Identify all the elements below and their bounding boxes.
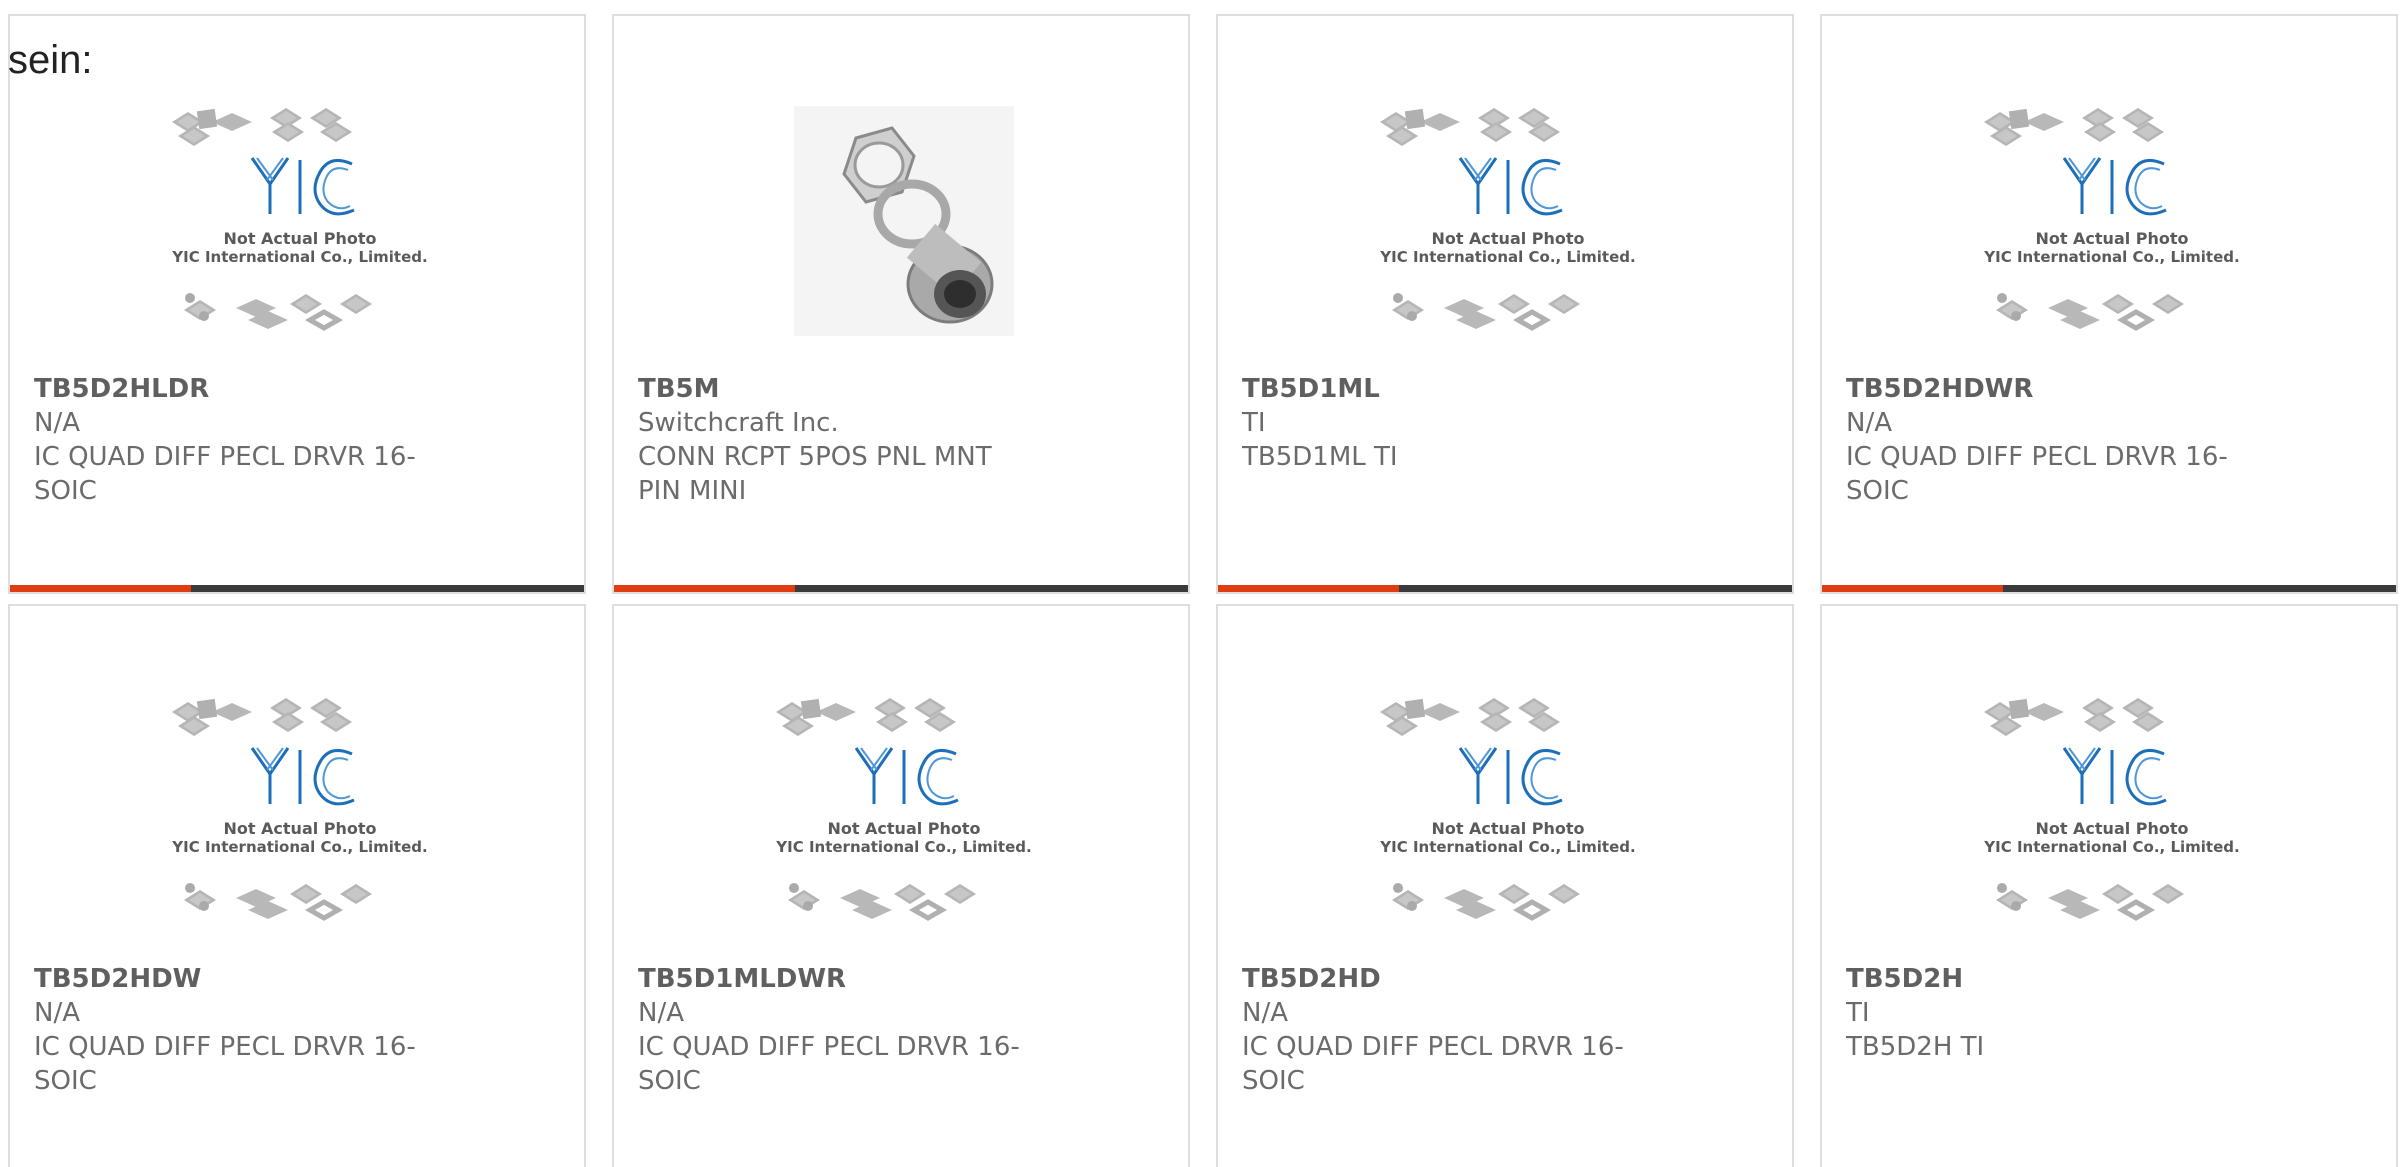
card-bottom-bar <box>1218 585 1792 592</box>
yic-logo-icon <box>1458 157 1563 216</box>
placeholder-caption: Not Actual Photo <box>1431 819 1584 838</box>
part-number-link[interactable]: TB5D1ML <box>1242 372 1642 406</box>
card-accent-bar <box>10 585 191 592</box>
product-card[interactable]: Not Actual Photo YIC International Co., L… <box>1820 604 2398 1167</box>
connector-photo <box>794 106 1014 336</box>
product-card[interactable]: Not Actual Photo YIC International Co., L… <box>1216 14 1794 594</box>
description: CONN RCPT 5POS PNL MNT PIN MINI <box>638 442 992 506</box>
product-info: TB5D2H TI TB5D2H TI <box>1846 962 2246 1064</box>
description: IC QUAD DIFF PECL DRVR 16-SOIC <box>638 1032 1020 1096</box>
product-card[interactable]: Not Actual Photo YIC International Co., L… <box>1820 14 2398 594</box>
placeholder-caption: Not Actual Photo <box>2035 819 2188 838</box>
intro-text: sein: <box>8 38 93 82</box>
product-card[interactable]: Not Actual Photo YIC International Co., L… <box>1216 604 1794 1167</box>
placeholder-caption: Not Actual Photo <box>2035 229 2188 248</box>
card-bottom-bar <box>1822 585 2396 592</box>
manufacturer: TI <box>1846 998 1870 1028</box>
placeholder-company: YIC International Co., Limited. <box>775 838 1031 856</box>
part-number-link[interactable]: TB5M <box>638 372 1038 406</box>
part-number-link[interactable]: TB5D2HD <box>1242 962 1642 996</box>
product-info: TB5D2HDWR N/A IC QUAD DIFF PECL DRVR 16-SO… <box>1846 372 2246 508</box>
placeholder-image: Not Actual PhotoYIC International Co., L… <box>171 698 428 921</box>
product-image[interactable]: Not Actual PhotoYIC International Co., L… <box>1972 688 2252 950</box>
product-image[interactable]: Not Actual PhotoYIC International Co., L… <box>1368 98 1648 360</box>
description: IC QUAD DIFF PECL DRVR 16-SOIC <box>1846 442 2228 506</box>
placeholder-company: YIC International Co., Limited. <box>171 248 427 266</box>
placeholder-caption: Not Actual Photo <box>223 229 376 248</box>
placeholder-company: YIC International Co., Limited. <box>1379 248 1635 266</box>
product-info: TB5D2HDW N/A IC QUAD DIFF PECL DRVR 16-SOI… <box>34 962 434 1098</box>
card-accent-bar <box>1822 585 2003 592</box>
product-image[interactable]: Not Actual PhotoYIC International Co., L… <box>160 98 440 360</box>
product-info: TB5D1ML TI TB5D1ML TI <box>1242 372 1642 474</box>
description: IC QUAD DIFF PECL DRVR 16-SOIC <box>1242 1032 1624 1096</box>
placeholder-image: Not Actual PhotoYIC International Co., L… <box>1379 108 1636 331</box>
product-card[interactable]: Not Actual Photo YIC International Co., L… <box>8 604 586 1167</box>
placeholder-image: Not Actual PhotoYIC International Co., L… <box>1983 698 2240 921</box>
yic-logo-icon <box>1458 747 1563 806</box>
placeholder-company: YIC International Co., Limited. <box>171 838 427 856</box>
placeholder-image: Not Actual PhotoYIC International Co., L… <box>171 108 428 331</box>
card-bottom-bar <box>614 585 1188 592</box>
description: IC QUAD DIFF PECL DRVR 16-SOIC <box>34 442 416 506</box>
part-number-link[interactable]: TB5D1MLDWR <box>638 962 1038 996</box>
part-number-link[interactable]: TB5D2HDWR <box>1846 372 2246 406</box>
card-accent-bar <box>614 585 795 592</box>
product-image[interactable]: Not Actual PhotoYIC International Co., L… <box>160 688 440 950</box>
manufacturer: N/A <box>34 998 80 1028</box>
placeholder-caption: Not Actual Photo <box>1431 229 1584 248</box>
product-card[interactable]: TB5M Switchcraft Inc. CONN RCPT 5POS PNL M… <box>612 14 1190 594</box>
manufacturer: Switchcraft Inc. <box>638 408 839 438</box>
placeholder-company: YIC International Co., Limited. <box>1983 248 2239 266</box>
yic-logo-icon <box>2062 747 2167 806</box>
yic-logo-icon <box>854 747 959 806</box>
yic-logo-icon <box>2062 157 2167 216</box>
part-number-link[interactable]: TB5D2HDW <box>34 962 434 996</box>
product-image[interactable]: Not Actual PhotoYIC International Co., L… <box>1972 98 2252 360</box>
yic-logo-icon <box>250 747 355 806</box>
placeholder-caption: Not Actual Photo <box>223 819 376 838</box>
card-bottom-bar <box>10 585 584 592</box>
placeholder-caption: Not Actual Photo <box>827 819 980 838</box>
description: TB5D2H TI <box>1846 1032 1985 1062</box>
product-card[interactable]: Not Actual Photo YIC International Co., L… <box>612 604 1190 1167</box>
product-card[interactable]: Not Actual Photo YIC International Co., L… <box>8 14 586 594</box>
product-image[interactable]: Not Actual PhotoYIC International Co., L… <box>1368 688 1648 950</box>
product-info: TB5D2HLDR N/A IC QUAD DIFF PECL DRVR 16-SO… <box>34 372 434 508</box>
placeholder-image: Not Actual PhotoYIC International Co., L… <box>775 698 1032 921</box>
manufacturer: N/A <box>34 408 80 438</box>
product-image[interactable]: Not Actual PhotoYIC International Co., L… <box>764 688 1044 950</box>
placeholder-company: YIC International Co., Limited. <box>1983 838 2239 856</box>
placeholder-company: YIC International Co., Limited. <box>1379 838 1635 856</box>
description: TB5D1ML TI <box>1242 442 1398 472</box>
product-info: TB5M Switchcraft Inc. CONN RCPT 5POS PNL M… <box>638 372 1038 508</box>
product-grid: sein: Not Actual Photo YIC International … <box>0 0 2400 1167</box>
product-info: TB5D2HD N/A IC QUAD DIFF PECL DRVR 16-SOIC <box>1242 962 1642 1098</box>
product-info: TB5D1MLDWR N/A IC QUAD DIFF PECL DRVR 16-S… <box>638 962 1038 1098</box>
description: IC QUAD DIFF PECL DRVR 16-SOIC <box>34 1032 416 1096</box>
manufacturer: N/A <box>1242 998 1288 1028</box>
manufacturer: TI <box>1242 408 1266 438</box>
product-image[interactable] <box>764 98 1044 360</box>
card-accent-bar <box>1218 585 1399 592</box>
manufacturer: N/A <box>638 998 684 1028</box>
yic-logo-icon <box>250 157 355 216</box>
placeholder-image: Not Actual PhotoYIC International Co., L… <box>1379 698 1636 921</box>
placeholder-image: Not Actual PhotoYIC International Co., L… <box>1983 108 2240 331</box>
part-number-link[interactable]: TB5D2HLDR <box>34 372 434 406</box>
part-number-link[interactable]: TB5D2H <box>1846 962 2246 996</box>
manufacturer: N/A <box>1846 408 1892 438</box>
